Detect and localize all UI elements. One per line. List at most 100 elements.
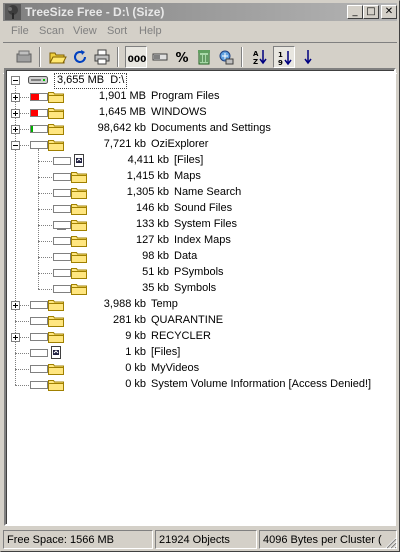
menu-view[interactable]: View xyxy=(73,25,97,37)
expand-toggle[interactable] xyxy=(11,301,20,310)
open-folder-button[interactable] xyxy=(47,46,69,68)
item-size: 51 kb xyxy=(142,266,169,278)
item-size: 3,988 kb xyxy=(103,298,146,310)
folder-icon xyxy=(48,332,64,343)
size-bar xyxy=(30,141,48,149)
show-size-button[interactable]: 000 xyxy=(125,46,147,68)
tree-row[interactable]: 1,415 kb Maps xyxy=(6,169,391,185)
toolbar-separator xyxy=(117,47,119,67)
folder-icon xyxy=(48,92,64,103)
scan-network-button[interactable] xyxy=(215,46,237,68)
tree-row[interactable]: 1,901 MB Program Files xyxy=(6,89,391,105)
folder-tree[interactable]: 3,655 MB D:\ 1,901 MB Program Files 1,645 … xyxy=(4,68,396,526)
tree-row[interactable]: 281 kb QUARANTINE xyxy=(6,313,391,329)
status-cluster-size: 4096 Bytes per Cluster ( xyxy=(259,530,397,549)
tree-row[interactable]: 1,305 kb Name Search xyxy=(6,185,391,201)
show-allocated-button[interactable] xyxy=(149,46,171,68)
close-button[interactable]: ✕ xyxy=(381,5,397,19)
item-name: Documents and Settings xyxy=(151,122,271,134)
expand-toggle[interactable] xyxy=(11,93,20,102)
tree-root-row[interactable]: 3,655 MB D:\ xyxy=(6,73,386,89)
tree-row[interactable]: 35 kb Symbols xyxy=(6,281,391,297)
tree-row[interactable]: 127 kb Index Maps xyxy=(6,233,391,249)
tree-row[interactable]: 1,645 MB WINDOWS xyxy=(6,105,391,121)
minimize-button[interactable]: _ xyxy=(347,5,363,19)
root-label[interactable]: 3,655 MB D:\ xyxy=(54,73,128,89)
folder-icon xyxy=(48,124,64,135)
show-size-icon: 000 xyxy=(128,55,146,65)
tree-row[interactable]: 51 kb PSymbols xyxy=(6,265,391,281)
print-button[interactable] xyxy=(91,46,113,68)
files-icon xyxy=(51,346,61,359)
print-icon xyxy=(94,49,110,65)
refresh-button[interactable] xyxy=(69,46,91,68)
menu-scan[interactable]: Scan xyxy=(39,25,64,37)
collapse-toggle[interactable] xyxy=(11,76,20,85)
maximize-button[interactable]: □ xyxy=(363,5,379,19)
tree-row[interactable]: 1 kb [Files] xyxy=(6,345,391,361)
title-bar[interactable]: TreeSize Free - D:\ (Size) _ □ ✕ xyxy=(3,3,397,21)
tree-row[interactable]: 3,988 kb Temp xyxy=(6,297,391,313)
tree-row[interactable]: 9 kb RECYCLER xyxy=(6,329,391,345)
size-bar xyxy=(53,237,71,245)
item-name: Data xyxy=(174,250,198,262)
sort-direction-button[interactable] xyxy=(297,46,319,68)
percent-button[interactable]: % xyxy=(171,46,193,68)
item-name: PSymbols xyxy=(174,266,224,278)
folder-icon xyxy=(48,300,64,311)
status-object-count: 21924 Objects xyxy=(155,530,257,549)
folder-icon xyxy=(48,140,64,151)
folder-icon xyxy=(71,220,87,231)
menu-file[interactable]: File xyxy=(11,25,29,37)
item-name: Name Search xyxy=(174,186,242,198)
tree-row[interactable]: 98,642 kb Documents and Settings xyxy=(6,121,391,137)
item-size: 1,901 MB xyxy=(98,90,146,102)
svg-text:9: 9 xyxy=(278,59,283,67)
tree-row[interactable]: 7,721 kb OziExplorer xyxy=(6,137,391,153)
toolbar-separator xyxy=(39,47,41,67)
tree-row[interactable]: 98 kb Data xyxy=(6,249,391,265)
svg-text:%: % xyxy=(175,51,188,66)
item-size: 1 kb xyxy=(125,346,146,358)
menu-help[interactable]: Help xyxy=(139,25,162,37)
sort-direction-icon xyxy=(304,50,312,65)
size-bar xyxy=(30,109,48,117)
tree-row[interactable]: 0 kb System Volume Information [Access De… xyxy=(6,377,391,393)
expand-toggle[interactable] xyxy=(11,333,20,342)
show-allocated-icon xyxy=(152,53,168,61)
item-size: 281 kb xyxy=(112,314,146,326)
expand-toggle[interactable] xyxy=(11,109,20,118)
file-count-button[interactable] xyxy=(193,46,215,68)
sort-size-button[interactable]: 1 9 xyxy=(273,46,295,68)
folder-icon xyxy=(71,188,87,199)
item-name: QUARANTINE xyxy=(151,314,224,326)
resize-grip-icon[interactable] xyxy=(385,537,397,549)
item-size: 1,415 kb xyxy=(126,170,169,182)
menu-sort[interactable]: Sort xyxy=(107,25,127,37)
folder-icon xyxy=(48,364,64,375)
item-name: Index Maps xyxy=(174,234,231,246)
scan-drive-button[interactable] xyxy=(13,46,35,68)
item-name: Sound Files xyxy=(174,202,233,214)
size-bar xyxy=(53,157,71,165)
file-count-icon xyxy=(198,50,210,65)
percent-icon: % xyxy=(175,51,188,66)
window-title: TreeSize Free - D:\ (Size) xyxy=(25,5,165,19)
expand-toggle[interactable] xyxy=(11,125,20,134)
folder-icon xyxy=(71,236,87,247)
folder-icon xyxy=(48,108,64,119)
item-size: 4,411 kb xyxy=(127,154,169,166)
tree-row[interactable]: 146 kb Sound Files xyxy=(6,201,391,217)
item-name: RECYCLER xyxy=(151,330,211,342)
size-bar xyxy=(53,253,71,261)
collapse-toggle[interactable] xyxy=(11,141,20,150)
tree-row[interactable]: 133 kb System Files xyxy=(6,217,391,233)
item-name: Symbols xyxy=(174,282,217,294)
item-name: MyVideos xyxy=(151,362,200,374)
folder-icon xyxy=(71,284,87,295)
sort-alpha-button[interactable]: A Z xyxy=(249,46,271,68)
toolbar-separator xyxy=(241,47,243,67)
tree-row[interactable]: 4,411 kb [Files] xyxy=(6,153,391,169)
tree-row[interactable]: 0 kb MyVideos xyxy=(6,361,391,377)
size-bar xyxy=(53,189,71,197)
